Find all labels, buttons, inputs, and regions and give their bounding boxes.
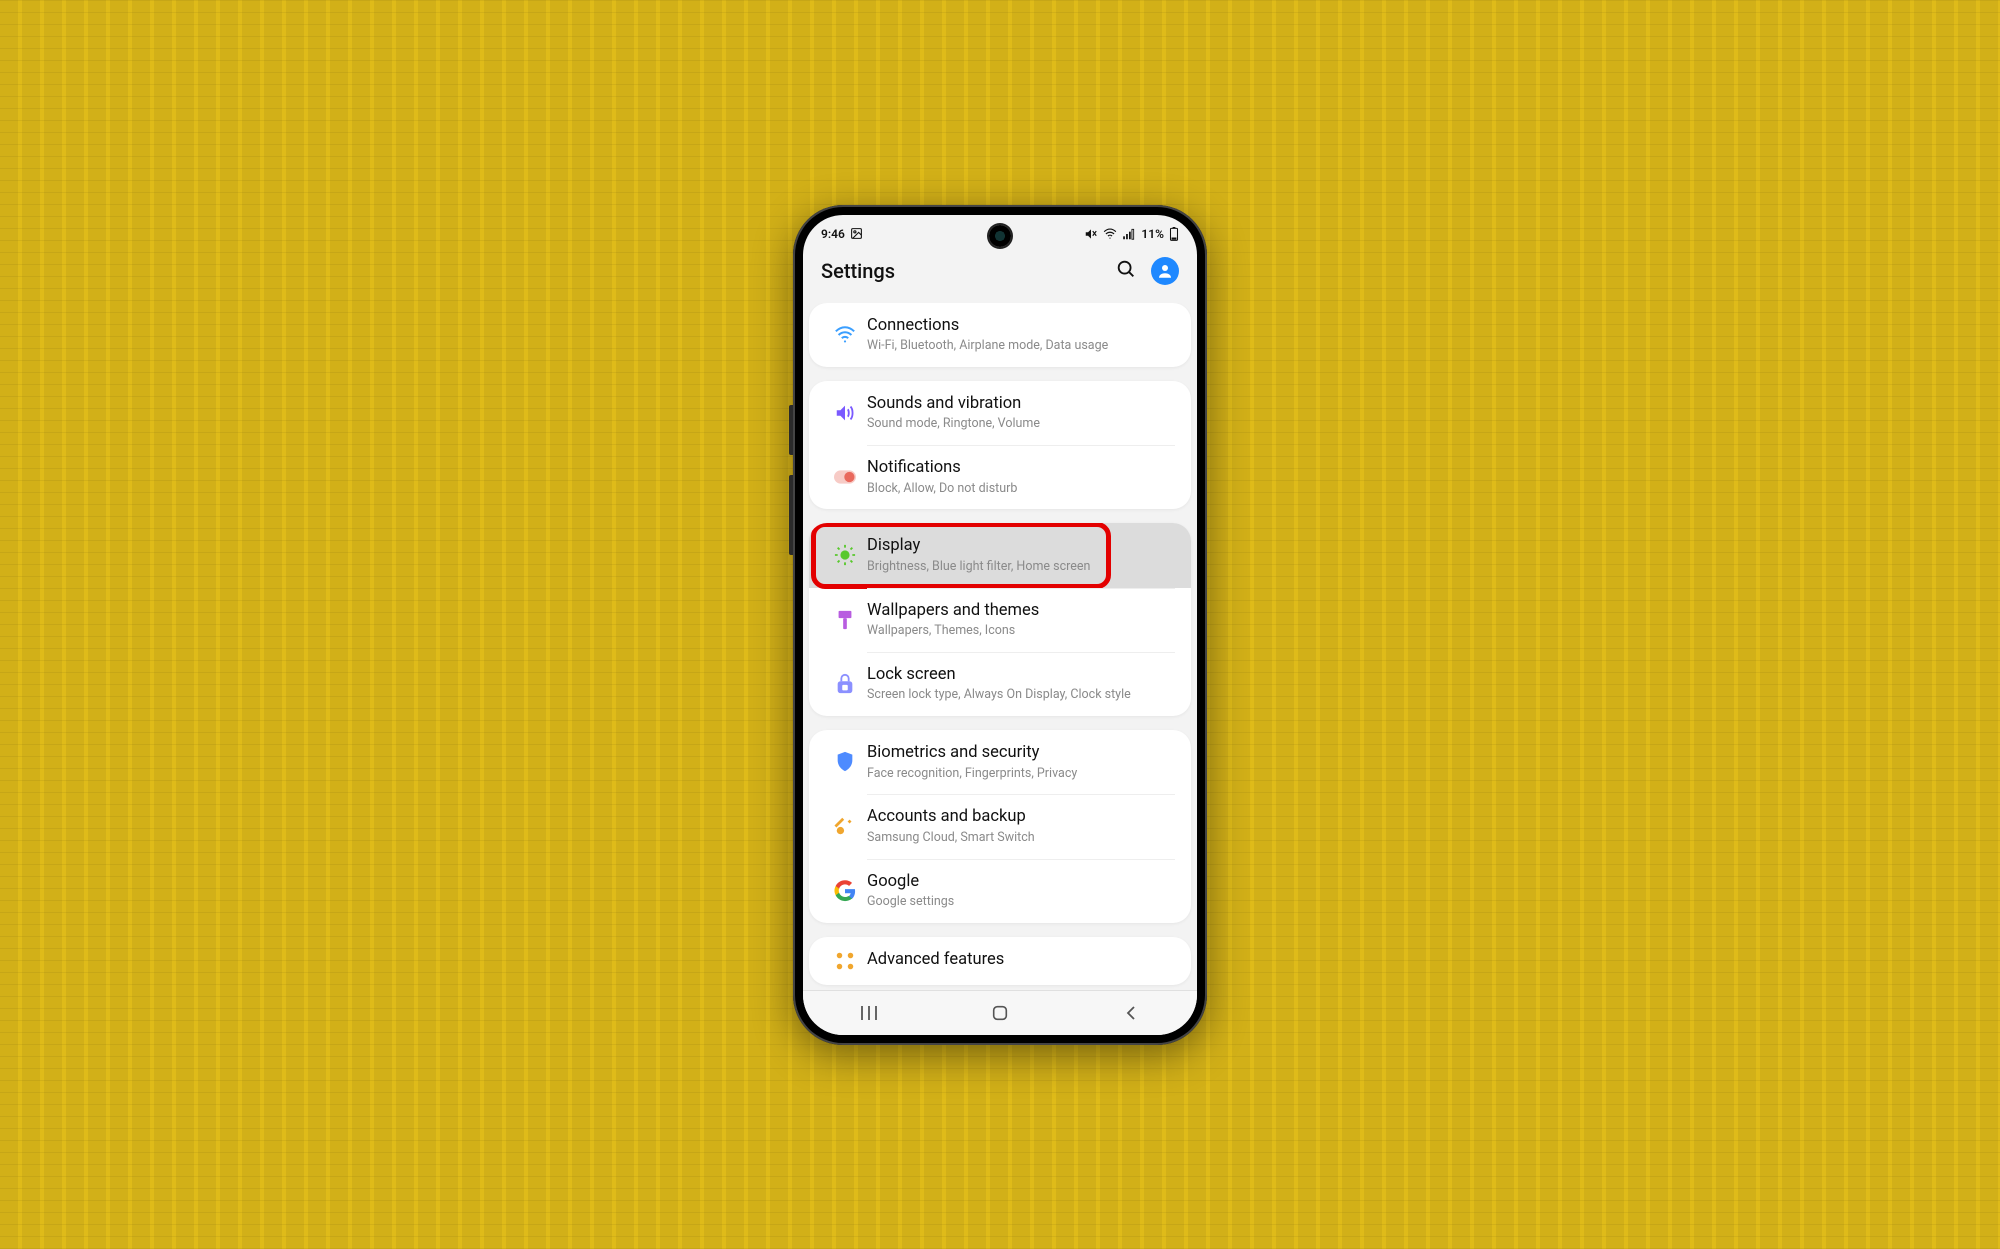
settings-row-lock[interactable]: Lock screenScreen lock type, Always On D… xyxy=(809,652,1191,716)
back-button[interactable] xyxy=(1116,998,1146,1028)
app-bar: Settings xyxy=(803,251,1197,303)
profile-button[interactable] xyxy=(1151,257,1179,285)
settings-row-display[interactable]: Display Brightness, Blue light filter, Ho… xyxy=(809,523,1191,587)
settings-row-title: Connections xyxy=(867,316,1175,337)
adv-icon xyxy=(823,950,867,972)
google-icon xyxy=(823,880,867,902)
sound-icon xyxy=(823,402,867,424)
key-icon xyxy=(823,815,867,837)
settings-row-biometrics[interactable]: Biometrics and security Face recognition,… xyxy=(809,730,1191,794)
settings-row-title: Sounds and vibration xyxy=(867,394,1175,415)
phone-frame: 9:46 11% Settings ConnectionsWi-Fi, Blue… xyxy=(793,205,1207,1045)
status-battery: 11% xyxy=(1141,227,1164,241)
settings-row-advanced[interactable]: Advanced features xyxy=(809,937,1191,985)
settings-row-google[interactable]: GoogleGoogle settings xyxy=(809,859,1191,923)
notif-icon xyxy=(823,469,867,485)
settings-row-title: Lock screen xyxy=(867,665,1175,686)
settings-row-accounts[interactable]: Accounts and backup Samsung Cloud, Smart … xyxy=(809,794,1191,858)
search-icon xyxy=(1115,258,1137,280)
recents-button[interactable] xyxy=(854,998,884,1028)
settings-row-connections[interactable]: ConnectionsWi-Fi, Bluetooth, Airplane mo… xyxy=(809,303,1191,367)
shield-icon xyxy=(823,751,867,773)
settings-row-title: Notifications xyxy=(867,458,1175,479)
recents-icon xyxy=(859,1005,879,1021)
settings-card: Display Brightness, Blue light filter, Ho… xyxy=(809,523,1191,716)
settings-row-subtitle: Samsung Cloud, Smart Switch xyxy=(867,830,1175,846)
mute-icon xyxy=(1084,227,1098,241)
settings-row-sounds[interactable]: Sounds and vibrationSound mode, Ringtone… xyxy=(809,381,1191,445)
settings-card: Advanced features xyxy=(809,937,1191,985)
settings-card: Sounds and vibrationSound mode, Ringtone… xyxy=(809,381,1191,510)
phone-screen: 9:46 11% Settings ConnectionsWi-Fi, Blue… xyxy=(803,215,1197,1035)
settings-row-subtitle: Sound mode, Ringtone, Volume xyxy=(867,416,1175,432)
settings-row-subtitle: Screen lock type, Always On Display, Clo… xyxy=(867,687,1175,703)
person-icon xyxy=(1156,262,1174,280)
settings-row-wallpapers[interactable]: Wallpapers and themesWallpapers, Themes,… xyxy=(809,588,1191,652)
picture-icon xyxy=(850,227,863,240)
sun-icon xyxy=(823,544,867,566)
signal-icon xyxy=(1122,227,1136,241)
settings-row-subtitle: Face recognition, Fingerprints, Privacy xyxy=(867,766,1175,782)
system-nav-bar xyxy=(803,990,1197,1035)
settings-list[interactable]: ConnectionsWi-Fi, Bluetooth, Airplane mo… xyxy=(803,303,1197,990)
settings-row-title: Advanced features xyxy=(867,950,1175,971)
settings-row-subtitle: Wi-Fi, Bluetooth, Airplane mode, Data us… xyxy=(867,338,1175,354)
back-icon xyxy=(1124,1005,1138,1021)
lock-icon xyxy=(823,673,867,695)
settings-row-subtitle: Google settings xyxy=(867,894,1175,910)
settings-row-title: Biometrics and security xyxy=(867,743,1175,764)
settings-row-title: Accounts and backup xyxy=(867,807,1175,828)
wifi-icon xyxy=(1103,227,1117,241)
brush-icon xyxy=(823,609,867,631)
wifi-icon xyxy=(823,324,867,346)
battery-icon xyxy=(1169,227,1179,241)
status-time: 9:46 xyxy=(821,227,845,241)
camera-cutout xyxy=(989,225,1011,247)
home-button[interactable] xyxy=(985,998,1015,1028)
settings-row-subtitle: Block, Allow, Do not disturb xyxy=(867,481,1175,497)
settings-row-subtitle: Brightness, Blue light filter, Home scre… xyxy=(867,559,1175,575)
settings-card: Biometrics and security Face recognition,… xyxy=(809,730,1191,923)
settings-row-notifications[interactable]: Notifications Block, Allow, Do not distur… xyxy=(809,445,1191,509)
page-title: Settings xyxy=(821,259,895,283)
settings-row-title: Wallpapers and themes xyxy=(867,601,1175,622)
settings-row-subtitle: Wallpapers, Themes, Icons xyxy=(867,623,1175,639)
settings-card: ConnectionsWi-Fi, Bluetooth, Airplane mo… xyxy=(809,303,1191,367)
search-button[interactable] xyxy=(1115,258,1137,284)
home-icon xyxy=(991,1004,1009,1022)
settings-row-title: Google xyxy=(867,872,1175,893)
settings-row-title: Display xyxy=(867,536,1175,557)
